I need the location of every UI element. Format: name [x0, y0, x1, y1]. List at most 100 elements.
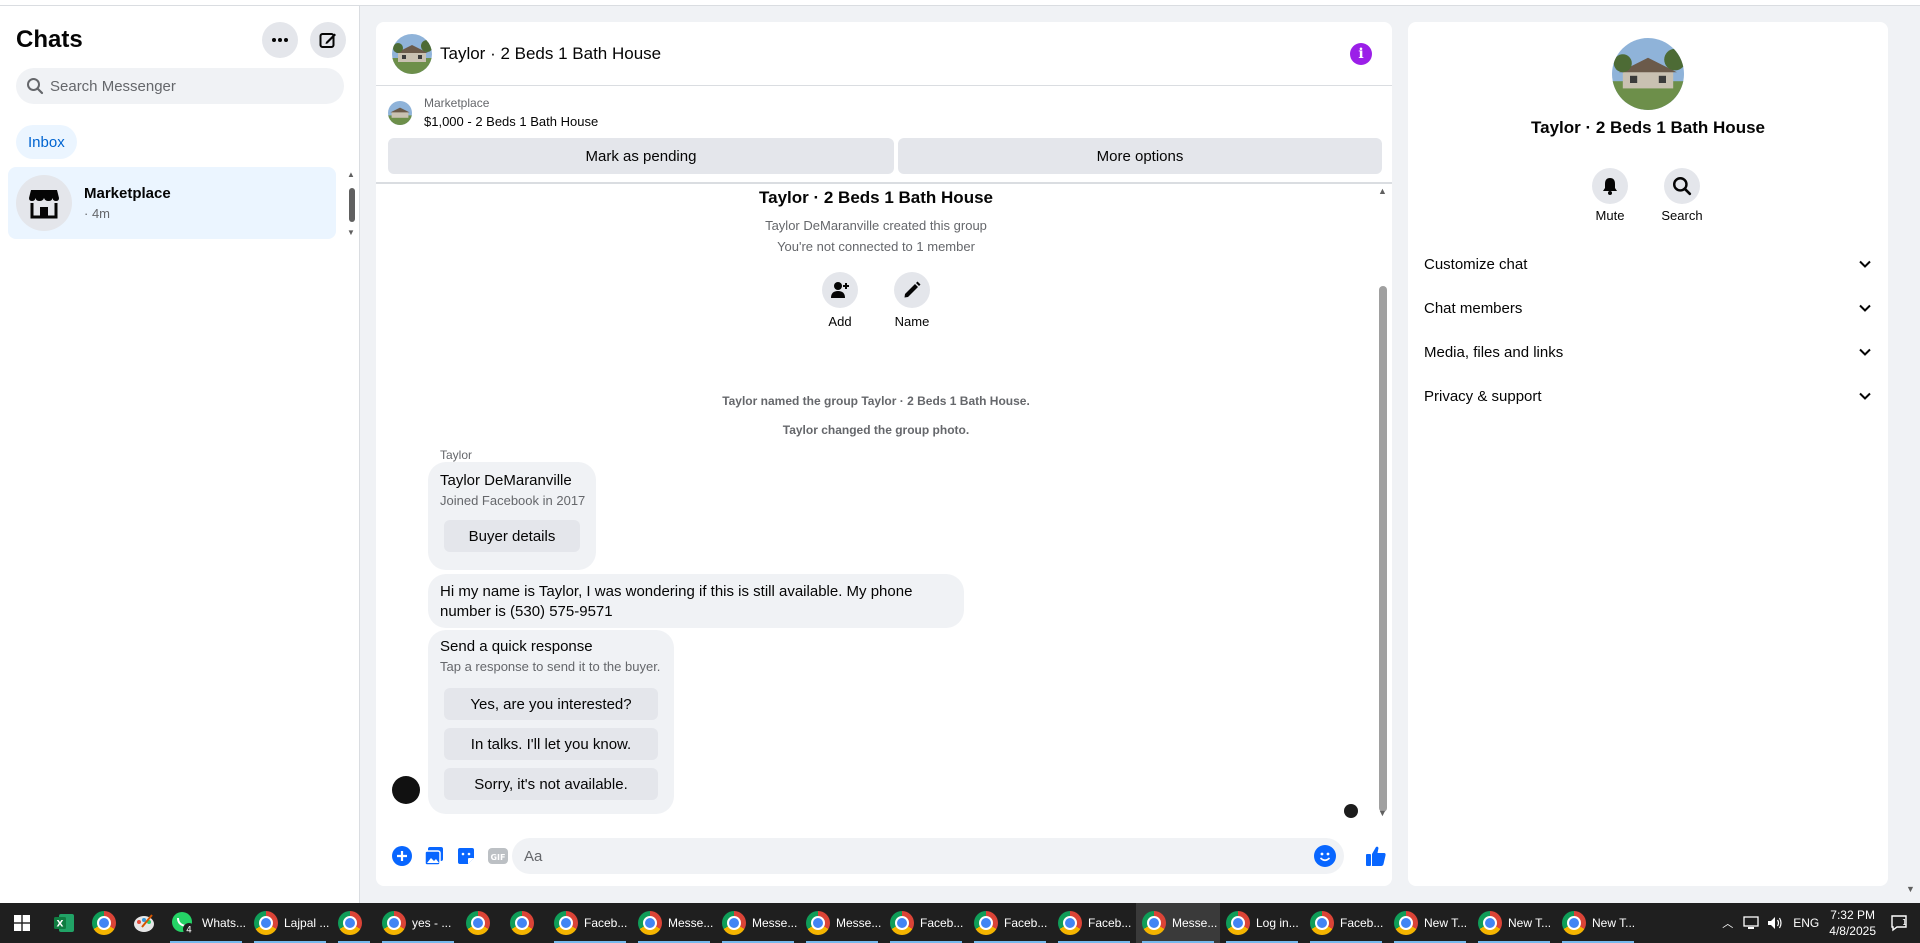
taskbar-new-tab[interactable]: New T... — [1472, 903, 1556, 943]
listing-info[interactable]: Marketplace $1,000 - 2 Beds 1 Bath House — [388, 96, 598, 129]
sticker-icon — [458, 848, 474, 864]
chrome-icon — [1226, 911, 1250, 935]
gif-button[interactable]: GIF — [484, 842, 512, 870]
emoji-icon[interactable] — [1314, 845, 1336, 867]
taskbar-facebook[interactable]: Faceb... — [548, 903, 632, 943]
taskbar-chrome[interactable] — [460, 903, 504, 943]
chrome-app[interactable] — [84, 903, 124, 943]
system-tray: ︿ ENG 7:32 PM 4/8/2025 1 — [1722, 903, 1920, 943]
chrome-icon — [554, 911, 578, 935]
like-button[interactable] — [1362, 842, 1390, 870]
taskbar-label: Faceb... — [1088, 916, 1132, 930]
sidebar-scrollbar[interactable]: ▲ ▼ — [346, 170, 358, 240]
add-member-button[interactable] — [822, 272, 858, 308]
section-customize-chat[interactable]: Customize chat — [1424, 242, 1872, 286]
taskbar-login[interactable]: Log in... — [1220, 903, 1304, 943]
more-actions-button[interactable] — [388, 842, 416, 870]
svg-text:GIF: GIF — [490, 853, 505, 862]
scroll-thumb[interactable] — [1379, 286, 1387, 812]
taskbar-facebook[interactable]: Faceb... — [1052, 903, 1136, 943]
attach-photo-button[interactable] — [420, 842, 448, 870]
taskbar-chrome-yes[interactable]: yes - ... — [376, 903, 460, 943]
inbox-tab[interactable]: Inbox — [16, 125, 77, 159]
group-not-connected-text: You're not connected to 1 member — [777, 239, 975, 254]
house-photo-icon — [392, 33, 432, 74]
notifications-icon[interactable]: 1 — [1890, 914, 1908, 932]
message-input[interactable] — [524, 847, 1304, 865]
search-messenger[interactable] — [16, 68, 344, 104]
paint-app[interactable] — [124, 903, 164, 943]
scroll-down-arrow-icon[interactable]: ▼ — [1378, 808, 1387, 818]
sticker-button[interactable] — [452, 842, 480, 870]
message-input-box[interactable] — [512, 838, 1344, 874]
taskbar-chrome[interactable] — [504, 903, 548, 943]
show-hidden-icons-chevron-icon[interactable]: ︿ — [1722, 915, 1733, 931]
scroll-thumb[interactable] — [349, 188, 355, 222]
taskbar-whatsapp[interactable]: 4 Whats... — [164, 903, 248, 943]
mark-as-pending-button[interactable]: Mark as pending — [388, 138, 894, 174]
input-language[interactable]: ENG — [1793, 916, 1819, 930]
start-button[interactable] — [0, 903, 44, 943]
section-media-files-links[interactable]: Media, files and links — [1424, 330, 1872, 374]
message-bubble[interactable]: Hi my name is Taylor, I was wondering if… — [428, 574, 964, 628]
taskbar-messenger[interactable]: Messe... — [632, 903, 716, 943]
more-options-button[interactable] — [262, 22, 298, 58]
quick-response-not-available[interactable]: Sorry, it's not available. — [444, 768, 658, 800]
taskbar-new-tab[interactable]: New T... — [1556, 903, 1640, 943]
chat-scrollbar[interactable]: ▲ ▼ — [1376, 186, 1390, 822]
taskbar-facebook[interactable]: Faceb... — [968, 903, 1052, 943]
taskbar-facebook[interactable]: Faceb... — [1304, 903, 1388, 943]
chat-panel: Taylor · 2 Beds 1 Bath House i Marketpla… — [376, 22, 1392, 886]
taskbar-label: Whats... — [202, 916, 247, 930]
new-message-button[interactable] — [310, 22, 346, 58]
chat-title[interactable]: Taylor · 2 Beds 1 Bath House — [440, 44, 1350, 64]
chrome-icon — [382, 911, 406, 935]
chrome-icon — [1562, 911, 1586, 935]
taskbar-messenger-active[interactable]: Messe... — [1136, 903, 1220, 943]
taskbar-label: Messe... — [668, 916, 714, 930]
network-icon[interactable] — [1743, 916, 1759, 930]
taskbar-messenger[interactable]: Messe... — [800, 903, 884, 943]
chat-info-panel: Taylor · 2 Beds 1 Bath House Mute Search… — [1408, 22, 1888, 886]
taskbar-chrome[interactable] — [332, 903, 376, 943]
conversation-item-marketplace[interactable]: Marketplace · 4m — [8, 167, 336, 239]
taskbar-messenger[interactable]: Messe... — [716, 903, 800, 943]
name-group-button[interactable] — [894, 272, 930, 308]
message-text: Hi my name is Taylor, I was wondering if… — [440, 583, 913, 620]
pencil-icon — [904, 281, 921, 298]
search-in-chat-button[interactable] — [1664, 168, 1700, 204]
quick-response-in-talks[interactable]: In talks. I'll let you know. — [444, 728, 658, 760]
ellipsis-icon — [272, 38, 288, 42]
chrome-icon — [974, 911, 998, 935]
chrome-icon — [1142, 911, 1166, 935]
taskbar-new-tab[interactable]: New T... — [1388, 903, 1472, 943]
scroll-up-arrow-icon[interactable]: ▲ — [1378, 186, 1387, 196]
scroll-up-arrow-icon[interactable]: ▲ — [347, 170, 355, 179]
clock-date: 4/8/2025 — [1829, 924, 1876, 938]
scroll-down-arrow-icon[interactable]: ▼ — [347, 228, 355, 237]
section-chat-members[interactable]: Chat members — [1424, 286, 1872, 330]
section-privacy-support[interactable]: Privacy & support — [1424, 374, 1872, 418]
chevron-down-icon — [1859, 260, 1871, 268]
taskbar-facebook[interactable]: Faceb... — [884, 903, 968, 943]
clock[interactable]: 7:32 PM 4/8/2025 — [1829, 907, 1876, 939]
taskbar-label: New T... — [1592, 916, 1636, 930]
quick-response-yes[interactable]: Yes, are you interested? — [444, 688, 658, 720]
marketplace-avatar — [16, 175, 72, 231]
excel-app[interactable]: X — [44, 903, 84, 943]
search-input[interactable] — [50, 77, 320, 95]
chrome-icon — [254, 911, 278, 935]
info-icon[interactable]: i — [1350, 42, 1372, 65]
chat-avatar[interactable] — [392, 33, 432, 74]
buyer-details-button[interactable]: Buyer details — [444, 520, 580, 552]
mute-button[interactable] — [1592, 168, 1628, 204]
taskbar-chrome-profile[interactable]: Lajpal ... — [248, 903, 332, 943]
group-avatar[interactable] — [1612, 38, 1684, 110]
volume-icon[interactable] — [1767, 916, 1783, 930]
page-scroll-down-arrow-icon[interactable]: ▼ — [1906, 884, 1915, 894]
system-message-rename: Taylor named the group Taylor · 2 Beds 1… — [722, 394, 1030, 408]
chrome-icon — [510, 911, 534, 935]
chevron-down-icon — [1859, 348, 1871, 356]
more-options-button[interactable]: More options — [898, 138, 1382, 174]
sender-avatar[interactable] — [392, 776, 420, 804]
